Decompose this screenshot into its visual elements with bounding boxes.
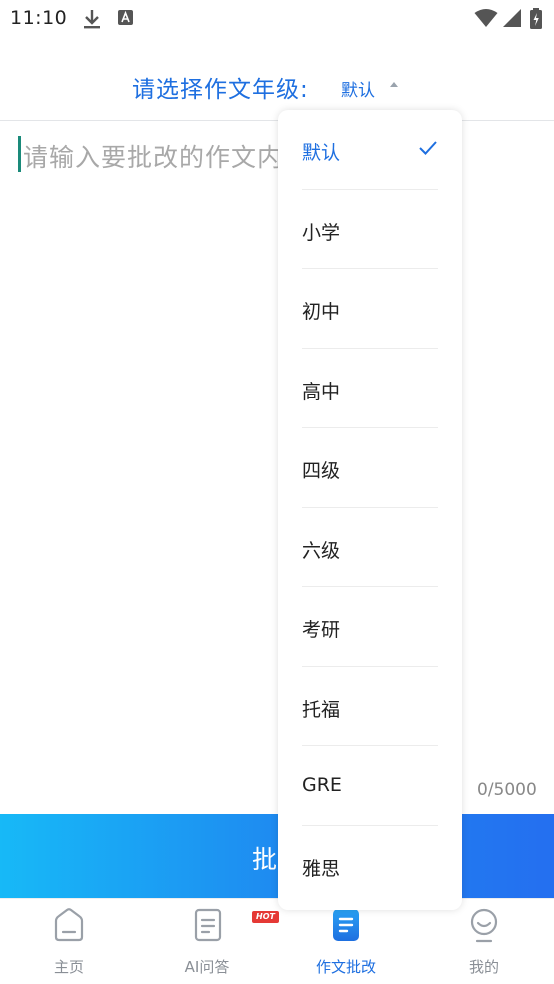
document-icon bbox=[194, 908, 222, 942]
text-cursor bbox=[18, 136, 21, 172]
checkmark-icon bbox=[419, 141, 437, 155]
submit-correction-button[interactable]: 批 bbox=[0, 814, 554, 898]
character-counter: 0/5000 bbox=[477, 780, 537, 800]
grade-option-cet4[interactable]: 四级 bbox=[278, 428, 462, 508]
profile-icon bbox=[470, 908, 498, 943]
grade-option-label: 考研 bbox=[302, 619, 341, 641]
grade-option-label: GRE bbox=[302, 774, 342, 796]
tab-essay-correction[interactable]: 作文批改 bbox=[277, 899, 415, 984]
grade-selector-header: 请选择作文年级: 默认 bbox=[0, 60, 554, 116]
grade-option-label: 雅思 bbox=[302, 857, 341, 880]
grade-option-label: 小学 bbox=[302, 221, 341, 244]
grade-option-label: 初中 bbox=[302, 301, 341, 323]
hot-badge: HOT bbox=[252, 911, 279, 923]
grade-option-label: 托福 bbox=[302, 698, 341, 721]
submit-button-label: 批 bbox=[252, 845, 278, 874]
home-icon bbox=[54, 908, 84, 942]
grade-option-cet6[interactable]: 六级 bbox=[278, 508, 462, 587]
tab-home-label: 主页 bbox=[53, 958, 84, 976]
grade-dropdown-menu: 默认 小学 初中 高中 四级 六级 考研 托福 GRE 雅思 bbox=[278, 110, 462, 910]
caret-up-icon[interactable] bbox=[390, 82, 398, 87]
grade-selector-label: 请选择作文年级: bbox=[132, 77, 309, 103]
tab-home[interactable]: 主页 bbox=[0, 899, 138, 984]
grade-option-senior-high[interactable]: 高中 bbox=[278, 349, 462, 428]
battery-icon bbox=[530, 8, 542, 29]
grade-option-label: 六级 bbox=[302, 539, 341, 562]
grade-option-label: 高中 bbox=[302, 380, 341, 403]
grade-dropdown-toggle[interactable]: 默认 bbox=[341, 76, 375, 101]
header-divider bbox=[0, 120, 554, 121]
grade-option-gre[interactable]: GRE bbox=[278, 746, 462, 826]
status-time: 11:10 bbox=[10, 7, 68, 29]
grade-option-primary[interactable]: 小学 bbox=[278, 190, 462, 269]
grade-option-junior-high[interactable]: 初中 bbox=[278, 269, 462, 349]
essay-icon bbox=[333, 909, 359, 941]
grade-option-label: 默认 bbox=[302, 142, 341, 164]
grade-option-label: 四级 bbox=[302, 460, 341, 482]
download-icon bbox=[84, 10, 100, 29]
grade-option-toefl[interactable]: 托福 bbox=[278, 667, 462, 746]
tab-profile[interactable]: 我的 bbox=[415, 899, 553, 984]
tab-ai-qa-label: AI问答 bbox=[184, 958, 230, 976]
a-notification-icon bbox=[118, 10, 133, 25]
signal-icon bbox=[503, 9, 521, 27]
bottom-tab-bar: 主页 HOT AI问答 作文批改 我的 bbox=[0, 898, 554, 984]
grade-option-postgrad[interactable]: 考研 bbox=[278, 587, 462, 667]
grade-option-ielts[interactable]: 雅思 bbox=[278, 826, 462, 906]
tab-profile-label: 我的 bbox=[468, 958, 499, 976]
tab-essay-correction-label: 作文批改 bbox=[315, 958, 376, 976]
grade-option-default[interactable]: 默认 bbox=[278, 110, 462, 190]
tab-ai-qa[interactable]: HOT AI问答 bbox=[138, 899, 279, 984]
status-bar: 11:10 bbox=[0, 0, 554, 38]
essay-input[interactable]: 请输入要批改的作文内 bbox=[23, 138, 283, 174]
wifi-icon bbox=[474, 9, 498, 27]
